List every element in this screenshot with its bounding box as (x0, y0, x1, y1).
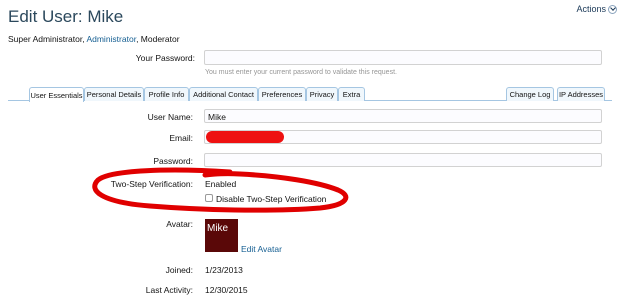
last-activity-value: 12/30/2015 (205, 285, 248, 295)
actions-label: Actions (576, 4, 606, 14)
two-step-label: Two-Step Verification: (110, 179, 193, 189)
chevron-down-icon (608, 4, 617, 14)
password-input[interactable] (204, 153, 602, 167)
email-redaction (206, 131, 284, 143)
email-input[interactable] (204, 130, 602, 144)
two-step-status: Enabled (205, 179, 237, 189)
page-title: Edit User: Mike (8, 7, 124, 26)
actions-menu[interactable]: Actions (576, 4, 617, 14)
last-activity-label: Last Activity: (145, 285, 193, 295)
edit-avatar-link[interactable]: Edit Avatar (241, 244, 282, 254)
tab-additional-contact[interactable]: Additional Contact (189, 87, 258, 101)
avatar-image-text: Mike (207, 223, 229, 234)
group-primary: Super Administrator (8, 34, 83, 44)
joined-value: 1/23/2013 (205, 265, 243, 275)
your-password-explain: You must enter your current password to … (205, 69, 397, 76)
your-password-input[interactable] (204, 50, 602, 65)
username-label: User Name: (147, 112, 193, 122)
avatar-label: Avatar: (166, 219, 193, 229)
group-tertiary: Moderator (140, 34, 180, 44)
annotation-ellipse (92, 167, 349, 213)
joined-label: Joined: (165, 265, 193, 275)
email-label: Email: (169, 133, 193, 143)
tab-user-essentials[interactable]: User Essentials (29, 87, 84, 102)
user-groups: Super Administrator, Administrator, Mode… (8, 34, 180, 44)
tab-change-log[interactable]: Change Log (506, 87, 554, 101)
group-secondary-link[interactable]: Administrator (86, 34, 136, 44)
disable-two-step-checkbox[interactable] (205, 194, 213, 202)
tab-privacy[interactable]: Privacy (306, 87, 338, 101)
your-password-label: Your Password: (135, 53, 195, 63)
username-input[interactable]: Mike (204, 109, 602, 123)
tab-personal-details[interactable]: Personal Details (84, 87, 144, 101)
avatar-image-subtext (207, 237, 238, 242)
password-label: Password: (153, 156, 193, 166)
tab-preferences[interactable]: Preferences (258, 87, 306, 101)
tab-profile-info[interactable]: Profile Info (144, 87, 189, 101)
tab-ip-addresses[interactable]: IP Addresses (557, 87, 605, 101)
disable-two-step-label[interactable]: Disable Two-Step Verification (216, 194, 326, 204)
avatar[interactable]: Mike (205, 219, 238, 252)
username-value: Mike (208, 112, 226, 122)
tab-extra[interactable]: Extra (338, 87, 365, 101)
